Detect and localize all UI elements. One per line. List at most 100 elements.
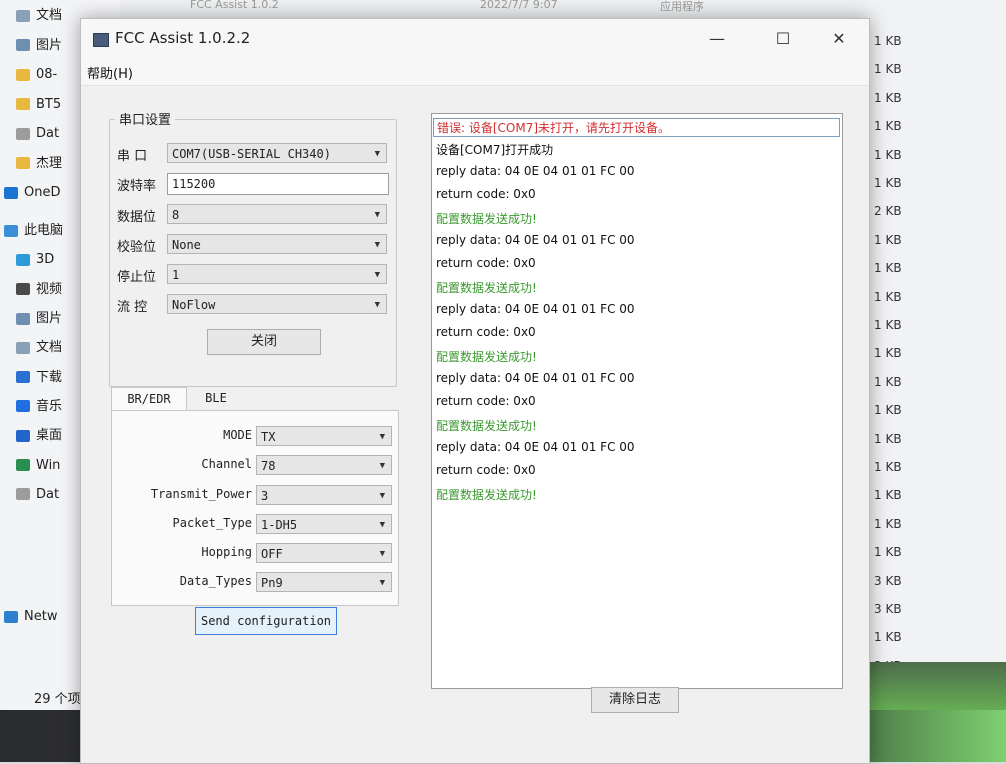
flow-control-select[interactable]: NoFlow ▼ xyxy=(167,294,387,314)
app-icon xyxy=(93,33,109,47)
nav-item-label: Dat xyxy=(36,486,60,502)
log-line: 错误: 设备[COM7]未打开，请先打开设备。 xyxy=(433,118,840,137)
nav-item-label: Netw xyxy=(24,609,58,624)
file-size: 1 KB xyxy=(874,488,902,503)
channel-select[interactable]: 78 ▼ xyxy=(256,455,392,475)
port-select[interactable]: COM7(USB-SERIAL CH340) ▼ xyxy=(167,143,387,163)
tab-ble[interactable]: BLE xyxy=(191,387,241,411)
channel-label: Channel xyxy=(201,457,252,471)
flow-control-label: 流 控 xyxy=(117,300,148,315)
databits-label: 数据位 xyxy=(117,210,157,225)
menu-bar: 帮助(H) xyxy=(81,59,869,86)
folder-icon xyxy=(16,98,30,110)
hopping-label: Hopping xyxy=(201,545,252,559)
pictures-icon xyxy=(16,39,30,51)
databits-select[interactable]: 8 ▼ xyxy=(167,204,387,224)
menu-help[interactable]: 帮助(H) xyxy=(87,63,133,82)
stopbits-value: 1 xyxy=(172,268,180,282)
chevron-down-icon: ▼ xyxy=(379,578,385,588)
clear-log-button[interactable]: 清除日志 xyxy=(591,687,679,713)
baud-rate-input[interactable]: 115200 xyxy=(167,173,389,195)
file-size: 1 KB xyxy=(874,630,902,645)
mode-tabs: BR/EDR BLE xyxy=(111,387,401,411)
log-line: 配置数据发送成功! xyxy=(436,350,537,364)
transmit-power-select[interactable]: 3 ▼ xyxy=(256,485,392,505)
nav-item-label: OneD xyxy=(24,185,61,200)
download-icon xyxy=(16,371,30,384)
packet-type-value: 1-DH5 xyxy=(261,518,298,532)
mode-label: MODE xyxy=(223,428,252,442)
file-size: 1 KB xyxy=(874,346,902,361)
3d-objects-icon xyxy=(16,253,30,266)
nav-item-label: 桌面 xyxy=(36,428,63,444)
file-size: 1 KB xyxy=(874,34,902,48)
file-size: 1 KB xyxy=(874,374,902,389)
nav-item-label: 文档 xyxy=(36,340,63,356)
log-output[interactable]: 错误: 设备[COM7]未打开，请先打开设备。 设备[COM7]打开成功 reply… xyxy=(431,113,843,689)
tab-br-edr[interactable]: BR/EDR xyxy=(111,387,187,411)
file-name-text: FCC Assist 1.0.2 xyxy=(190,0,279,11)
nav-item-label: 视频 xyxy=(36,281,63,297)
databits-value: 8 xyxy=(172,208,180,222)
pictures-icon xyxy=(16,312,30,325)
log-line: return code: 0x0 xyxy=(436,394,536,408)
document-icon xyxy=(16,341,30,354)
close-port-button[interactable]: 关闭 xyxy=(207,329,321,355)
file-size: 1 KB xyxy=(874,232,902,247)
hopping-select[interactable]: OFF ▼ xyxy=(256,543,392,563)
file-size: 3 KB xyxy=(874,602,902,616)
file-size-column: 1 KB 1 KB 1 KB 1 KB 1 KB 1 KB 2 KB 1 KB 1 KB 1 KB… xyxy=(866,0,1006,673)
br-edr-panel: MODE TX ▼ Channel 78 ▼ Transmit_Power 3 … xyxy=(111,410,399,606)
nav-item-label: 图片 xyxy=(36,37,63,53)
log-line: reply data: 04 0E 04 01 01 FC 00 xyxy=(436,302,635,316)
desktop-icon xyxy=(16,429,30,442)
file-size: 1 KB xyxy=(874,62,902,77)
windows-drive-icon xyxy=(16,459,30,471)
log-line: 配置数据发送成功! xyxy=(436,488,537,502)
log-line: reply data: 04 0E 04 01 01 FC 00 xyxy=(436,440,635,454)
log-line: return code: 0x0 xyxy=(436,325,536,339)
nav-item-label: Dat xyxy=(36,126,60,141)
log-line: return code: 0x0 xyxy=(436,187,536,201)
data-types-select[interactable]: Pn9 ▼ xyxy=(256,572,392,592)
file-size: 1 KB xyxy=(874,516,902,531)
file-size: 1 KB xyxy=(874,403,902,418)
send-configuration-button[interactable]: Send configuration xyxy=(195,607,337,635)
baud-label: 波特率 xyxy=(117,179,157,194)
packet-type-select[interactable]: 1-DH5 ▼ xyxy=(256,514,392,534)
parity-label: 校验位 xyxy=(117,240,157,255)
file-size: 1 KB xyxy=(874,289,902,304)
nav-item-label: Win xyxy=(36,457,61,473)
log-line: reply data: 04 0E 04 01 01 FC 00 xyxy=(436,164,635,178)
mode-select[interactable]: TX ▼ xyxy=(256,426,392,446)
nav-item-label: 文档 xyxy=(36,8,63,23)
parity-value: None xyxy=(172,238,201,252)
transmit-power-label: Transmit_Power xyxy=(150,487,252,501)
explorer-header-row: FCC Assist 1.0.2 2022/7/7 9:07 应用程序 xyxy=(180,0,880,14)
drive-icon xyxy=(16,127,30,140)
nav-item-label: 图片 xyxy=(36,311,63,326)
parity-select[interactable]: None ▼ xyxy=(167,234,387,254)
chevron-down-icon: ▼ xyxy=(374,270,380,280)
stopbits-select[interactable]: 1 ▼ xyxy=(167,264,387,284)
close-button[interactable]: ✕ xyxy=(821,27,857,51)
transmit-power-value: 3 xyxy=(261,489,269,503)
title-bar[interactable]: FCC Assist 1.0.2.2 — ☐ ✕ xyxy=(81,19,869,59)
file-size: 2 KB xyxy=(874,204,902,219)
nav-item-label: 此电脑 xyxy=(24,223,64,239)
nav-item-label: 3D xyxy=(36,252,55,268)
nav-item-label: 下载 xyxy=(36,369,63,385)
minimize-button[interactable]: — xyxy=(699,27,735,51)
chevron-down-icon: ▼ xyxy=(379,491,385,501)
chevron-down-icon: ▼ xyxy=(379,549,385,559)
file-type-text: 应用程序 xyxy=(660,0,704,13)
hopping-value: OFF xyxy=(261,547,283,561)
maximize-button[interactable]: ☐ xyxy=(765,27,801,51)
network-icon xyxy=(4,610,18,623)
drive-icon xyxy=(16,488,30,501)
file-size: 1 KB xyxy=(874,119,902,134)
log-line: 配置数据发送成功! xyxy=(436,281,537,295)
computer-icon xyxy=(4,224,18,237)
port-value: COM7(USB-SERIAL CH340) xyxy=(172,147,331,161)
data-types-label: Data_Types xyxy=(179,574,252,588)
